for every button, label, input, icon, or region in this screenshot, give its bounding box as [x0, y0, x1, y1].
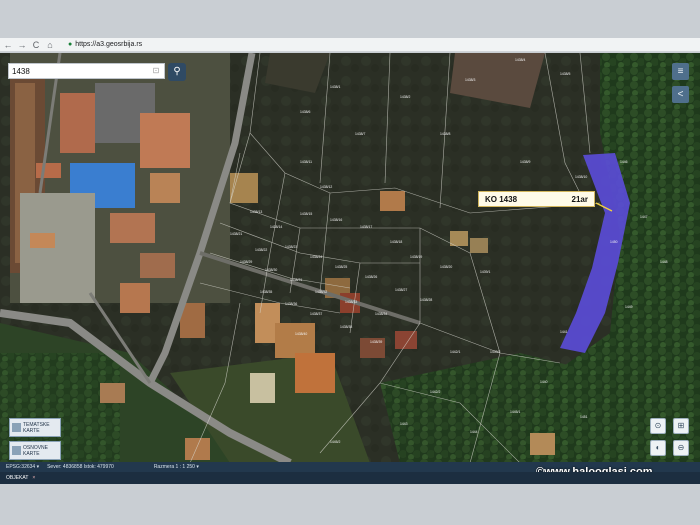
address-bar[interactable]: ● https://a3.geosrbija.rs	[64, 39, 146, 50]
search-button[interactable]: ⚲	[168, 63, 186, 81]
back-icon[interactable]: ←	[2, 39, 14, 51]
parcel-number-label: 1438/31	[290, 278, 302, 282]
parcel-number-label: 1438/32	[315, 290, 327, 294]
parcel-number-label: 1438/2	[400, 95, 410, 99]
parcel-number-label: 1438/35	[260, 290, 272, 294]
parcel-number-label: 1438/18	[390, 240, 402, 244]
parcel-number-label: 1438/27	[395, 288, 407, 292]
parcel-area-label: 21ar	[571, 194, 588, 204]
parcel-number-label: 1438/11	[300, 160, 312, 164]
parcel-number-label: 1438/3	[465, 78, 475, 82]
parcel-number-label: 1438/39	[370, 340, 382, 344]
parcel-number-label: 1450	[610, 240, 618, 244]
parcel-number-label: 1438/16	[330, 218, 342, 222]
base-maps-button[interactable]: OSNOVNE KARTE	[9, 441, 61, 460]
parcel-number-label: 1442/2	[430, 390, 440, 394]
parcel-number-label: 1438/8	[440, 132, 450, 136]
aerial-imagery: 1438/1 1438/2 1438/3 1438/4 1438/5 1438/6 1438…	[0, 53, 700, 463]
reload-icon[interactable]: C	[30, 39, 42, 51]
info-button[interactable]: ◐	[650, 440, 666, 456]
search-icon: ⚲	[173, 66, 181, 77]
parcel-number-label: 1438/17	[360, 225, 372, 229]
bottom-tab-bar: OBJEKAT ×	[0, 472, 700, 484]
parcel-number-label: 1442/1	[450, 350, 460, 354]
parcel-number-label: 1445/1	[510, 410, 520, 414]
menu-button[interactable]: ≡	[672, 63, 689, 80]
url-text: https://a3.geosrbija.rs	[75, 41, 143, 48]
zoom-out-button[interactable]: ⊖	[673, 440, 689, 456]
parcel-number-label: 1438/15	[300, 212, 312, 216]
collapse-button[interactable]: <	[672, 86, 689, 103]
measure-icon: ⊙	[654, 421, 662, 430]
parcel-number-label: 1438/25	[335, 265, 347, 269]
parcel-number-label: 1438/34	[375, 312, 387, 316]
parcel-number-label: 1438/9	[520, 160, 530, 164]
parcel-number-label: 1438/29	[240, 260, 252, 264]
browser-toolbar: ← → C ⌂ ● https://a3.geosrbija.rs	[0, 38, 700, 52]
menu-icon: ≡	[677, 66, 684, 77]
close-icon[interactable]: ×	[32, 475, 35, 481]
parcel-number-label: 1438/7	[355, 132, 365, 136]
scale-selector[interactable]: Razmera 1 : 1 250 ▾	[154, 464, 199, 470]
print-icon: ⊞	[677, 421, 685, 430]
parcel-number-label: 1438/12	[320, 185, 332, 189]
layers-icon	[12, 423, 21, 432]
search-input[interactable]	[9, 64, 149, 78]
parcel-number-label: 1438/1	[330, 85, 340, 89]
parcel-number-label: 1439/1	[480, 270, 490, 274]
parcel-label-popup: KO 1438 21ar	[478, 191, 595, 207]
tab-objekat[interactable]: OBJEKAT ×	[6, 475, 35, 481]
parcel-number-label: 1441	[560, 330, 568, 334]
cadastral-municipality-label: KO 1438	[485, 194, 518, 204]
parcel-number-label: 1438/26	[365, 275, 377, 279]
parcel-number-label: 1438/21	[230, 232, 242, 236]
measure-button[interactable]: ⊙	[650, 418, 666, 434]
parcel-number-label: 1438/4	[515, 58, 525, 62]
base-layers-icon	[12, 446, 21, 455]
info-icon: ◐	[655, 443, 661, 452]
parcel-number-label: 1449	[625, 305, 633, 309]
parcel-number-label: 1446	[620, 160, 628, 164]
parcel-number-label: 1438/20	[440, 265, 452, 269]
epsg-selector[interactable]: EPSG:32634 ▾	[6, 464, 39, 470]
parcel-number-label: 1438/28	[420, 298, 432, 302]
parcel-number-label: 1445/2	[330, 440, 340, 444]
parcel-number-label: 1438/5	[560, 72, 570, 76]
coordinates-readout: Sever: 4836858 Istok: 479970	[47, 464, 114, 470]
parcel-number-label: 1438/13	[250, 210, 262, 214]
thematic-maps-button[interactable]: TEMATSKE KARTE	[9, 418, 61, 437]
map-canvas[interactable]: 1438/1 1438/2 1438/3 1438/4 1438/5 1438/6 1438…	[0, 53, 700, 463]
parcel-number-label: 1440	[540, 380, 548, 384]
parcel-number-label: 1438/19	[410, 255, 422, 259]
parcel-number-label: 1438/23	[285, 245, 297, 249]
parcel-number-label: 1448	[660, 260, 668, 264]
parcel-number-label: 1438/24	[310, 255, 322, 259]
collapse-icon: <	[677, 89, 684, 100]
parcel-number-label: 1447	[640, 215, 648, 219]
parcel-number-label: 1438/14	[270, 225, 282, 229]
parcel-number-label: 1443	[400, 422, 408, 426]
parcel-number-label: 1438/22	[255, 248, 267, 252]
parcel-number-label: 1438/40	[295, 332, 307, 336]
parcel-number-label: 1438/10	[575, 175, 587, 179]
tab-objekat-label: OBJEKAT	[6, 475, 29, 481]
search-box: ⊡	[8, 63, 165, 79]
parcel-number-label: 1438/30	[265, 268, 277, 272]
home-icon[interactable]: ⌂	[44, 39, 56, 51]
thematic-maps-label: TEMATSKE KARTE	[23, 421, 50, 434]
parcel-number-label: 1439/2	[490, 350, 500, 354]
lock-icon: ●	[68, 41, 73, 48]
clear-icon[interactable]: ⊡	[149, 64, 163, 78]
zoom-out-icon: ⊖	[677, 443, 685, 452]
print-button[interactable]: ⊞	[673, 418, 689, 434]
parcel-number-label: 1444	[470, 430, 478, 434]
parcel-number-label: 1451	[580, 415, 588, 419]
forward-icon[interactable]: →	[16, 39, 28, 51]
parcel-number-label: 1438/36	[285, 302, 297, 306]
parcel-number-label: 1438/37	[310, 312, 322, 316]
parcel-number-label: 1438/33	[345, 300, 357, 304]
parcel-number-label: 1438/6	[300, 110, 310, 114]
base-maps-label: OSNOVNE KARTE	[23, 444, 49, 457]
parcel-number-label: 1438/38	[340, 325, 352, 329]
